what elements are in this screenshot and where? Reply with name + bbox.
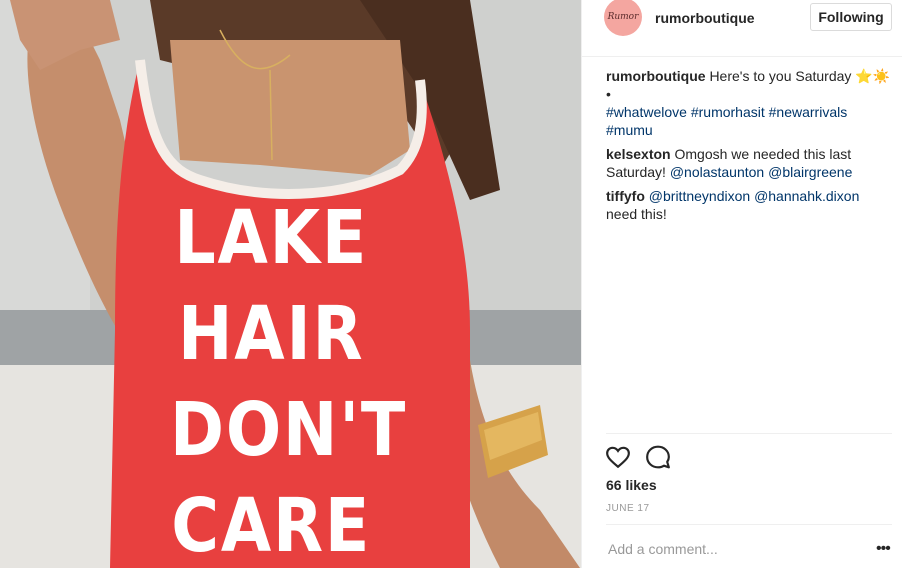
comment-username[interactable]: kelsexton <box>606 146 671 162</box>
post-date[interactable]: JUNE 17 <box>606 503 650 514</box>
mention-link[interactable]: @blairgreene <box>768 164 852 180</box>
header-username[interactable]: rumorboutique <box>655 10 755 26</box>
comment-icon[interactable] <box>645 444 671 470</box>
likes-count[interactable]: 66 likes <box>606 477 657 493</box>
shirt-line: LAKE <box>174 195 369 281</box>
post-photo[interactable]: LAKE HAIR DON'T CARE <box>0 0 581 568</box>
avatar[interactable]: Rumor <box>604 0 642 36</box>
add-comment-input[interactable]: Add a comment... <box>608 541 718 557</box>
shirt-print-text: LAKE HAIR DON'T CARE <box>170 190 408 568</box>
caption-bullet: • <box>606 86 611 102</box>
avatar-logo-text: Rumor <box>607 12 639 22</box>
comments-list: rumorboutique Here's to you Saturday ⭐️☀… <box>606 67 894 229</box>
hashtag-link[interactable]: #mumu <box>606 122 653 138</box>
caption: rumorboutique Here's to you Saturday ⭐️☀… <box>606 67 894 139</box>
comment-item: kelsexton Omgosh we needed this last Sat… <box>606 145 894 181</box>
hashtag-link[interactable]: #newarrivals <box>769 104 848 120</box>
hashtag-link[interactable]: #rumorhasit <box>691 104 765 120</box>
shirt-line: HAIR <box>178 291 365 377</box>
hashtag-link[interactable]: #whatwelove <box>606 104 687 120</box>
mention-link[interactable]: @nolastaunton <box>670 164 764 180</box>
mention-link[interactable]: @hannahk.dixon <box>754 188 859 204</box>
post-sidebar: Rumor rumorboutique Following rumorbouti… <box>581 0 902 568</box>
comment-item: tiffyfo @brittneyndixon @hannahk.dixon n… <box>606 187 894 223</box>
comment-text: need this! <box>606 206 667 222</box>
more-options-icon[interactable]: ••• <box>876 540 891 558</box>
divider <box>606 433 892 434</box>
comment-username[interactable]: tiffyfo <box>606 188 645 204</box>
divider <box>606 524 892 525</box>
post-header: Rumor rumorboutique Following <box>582 0 902 57</box>
following-button[interactable]: Following <box>810 3 892 31</box>
mention-link[interactable]: @brittneyndixon <box>649 188 750 204</box>
heart-icon[interactable] <box>605 444 631 470</box>
caption-username[interactable]: rumorboutique <box>606 68 706 84</box>
caption-emoji: ⭐️☀️ <box>855 68 891 84</box>
shirt-line: DON'T <box>170 387 408 473</box>
caption-text: Here's to you Saturday <box>709 68 852 84</box>
instagram-post: LAKE HAIR DON'T CARE Rumor rumorboutique… <box>0 0 902 568</box>
shirt-line: CARE <box>171 483 372 568</box>
